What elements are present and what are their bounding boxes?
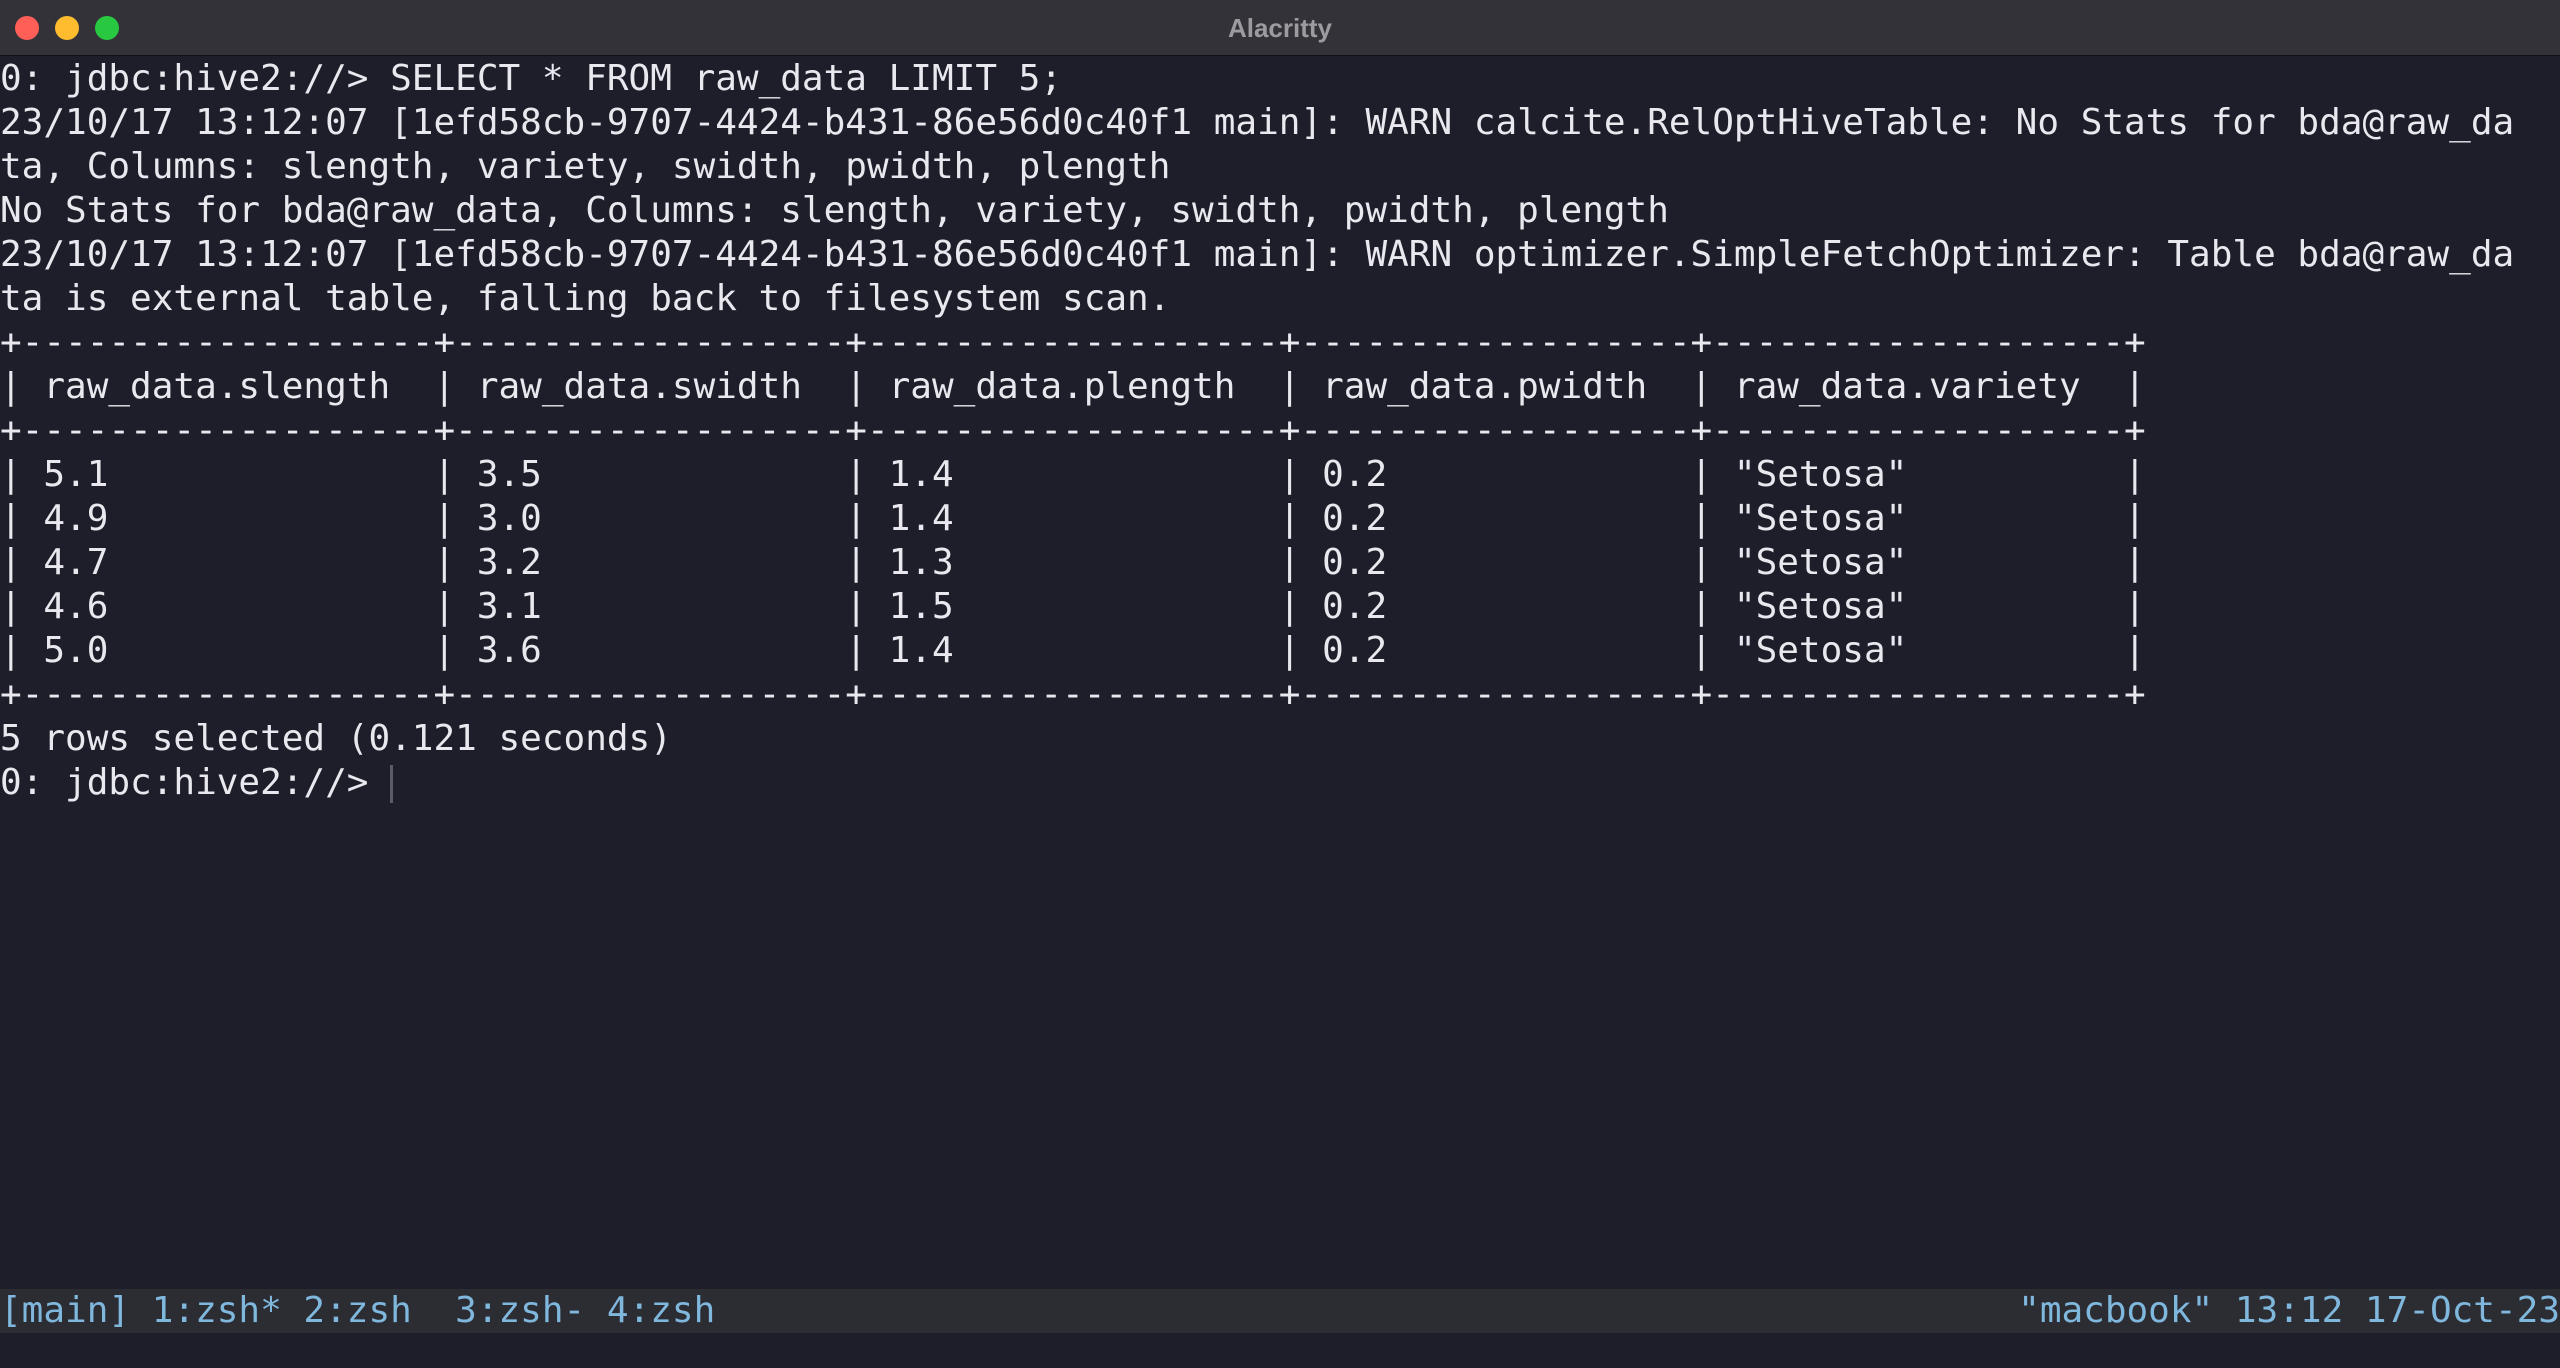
query-summary: 5 rows selected (0.121 seconds)	[0, 718, 672, 759]
tmux-window-list[interactable]: [main] 1:zsh* 2:zsh 3:zsh- 4:zsh	[0, 1289, 715, 1333]
text-cursor	[390, 765, 394, 803]
tmux-status-bar: [main] 1:zsh* 2:zsh 3:zsh- 4:zsh "macboo…	[0, 1289, 2560, 1333]
window-title: Alacritty	[1227, 13, 1333, 43]
result-table-row: | 5.0 | 3.6 | 1.4 | 0.2 | "Setosa" |	[0, 630, 2146, 671]
terminal-line: ta, Columns: slength, variety, swidth, p…	[0, 146, 1171, 187]
terminal-line: ta is external table, falling back to fi…	[0, 278, 1171, 319]
tmux-host-clock: "macbook" 13:12 17-Oct-23	[2018, 1290, 2560, 1331]
terminal-line: 23/10/17 13:12:07 [1efd58cb-9707-4424-b4…	[0, 102, 2515, 143]
terminal-line: 23/10/17 13:12:07 [1efd58cb-9707-4424-b4…	[0, 234, 2515, 275]
result-table-row: | 4.7 | 3.2 | 1.3 | 0.2 | "Setosa" |	[0, 542, 2146, 583]
terminal-line: 0: jdbc:hive2://> SELECT * FROM raw_data…	[0, 58, 1063, 99]
result-table-row: | 4.6 | 3.1 | 1.5 | 0.2 | "Setosa" |	[0, 586, 2146, 627]
result-table-border: +-------------------+------------------+…	[0, 322, 2146, 363]
title-bar: Alacritty	[0, 0, 2560, 56]
terminal-window: Alacritty 0: jdbc:hive2://> SELECT * FRO…	[0, 0, 2560, 1368]
command-prompt-line[interactable]: 0: jdbc:hive2://>	[0, 761, 2560, 805]
result-table-border: +-------------------+------------------+…	[0, 674, 2146, 715]
terminal-line: No Stats for bda@raw_data, Columns: slen…	[0, 190, 1669, 231]
result-table-row: | 5.1 | 3.5 | 1.4 | 0.2 | "Setosa" |	[0, 454, 2146, 495]
prompt-text: 0: jdbc:hive2://>	[0, 762, 391, 803]
result-table-row: | 4.9 | 3.0 | 1.4 | 0.2 | "Setosa" |	[0, 498, 2146, 539]
result-table-header: | raw_data.slength | raw_data.swidth | r…	[0, 366, 2146, 407]
terminal-output[interactable]: 0: jdbc:hive2://> SELECT * FROM raw_data…	[0, 57, 2560, 1287]
result-table-border: +-------------------+------------------+…	[0, 410, 2146, 451]
